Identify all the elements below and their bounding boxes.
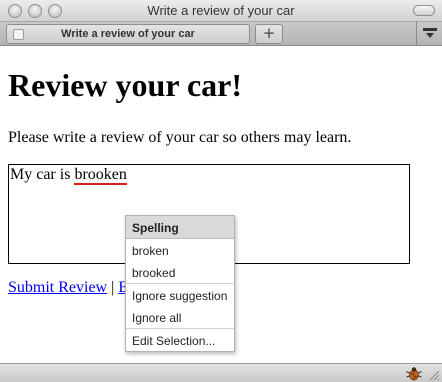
debugger-bug-icon[interactable] bbox=[406, 366, 422, 381]
ignore-suggestion-item[interactable]: Ignore suggestion bbox=[126, 284, 234, 306]
form-links: Submit Review | E bbox=[8, 279, 128, 297]
page-content: Review your car! Please write a review o… bbox=[0, 47, 442, 363]
intro-text: Please write a review of your car so oth… bbox=[8, 129, 352, 146]
tab-menu-icon bbox=[423, 28, 437, 38]
submit-review-link[interactable]: Submit Review bbox=[8, 279, 107, 296]
new-tab-button[interactable]: + bbox=[255, 24, 283, 44]
review-text-before: My car is bbox=[10, 166, 75, 183]
title-bar: Write a review of your car bbox=[0, 0, 442, 22]
window-title: Write a review of your car bbox=[147, 3, 295, 18]
resize-grip-icon[interactable] bbox=[428, 369, 440, 381]
tab-label: Write a review of your car bbox=[61, 28, 195, 40]
page-heading: Review your car! bbox=[8, 67, 242, 103]
edit-selection-item[interactable]: Edit Selection... bbox=[126, 329, 234, 351]
ignore-all-item[interactable]: Ignore all bbox=[126, 306, 234, 328]
suggestion-broken[interactable]: broken bbox=[126, 239, 234, 261]
tab-menu-button[interactable] bbox=[416, 22, 442, 45]
spelling-menu-header: Spelling bbox=[126, 216, 234, 239]
link-separator: | bbox=[107, 279, 119, 296]
status-bar bbox=[0, 363, 442, 382]
suggestion-brooked[interactable]: brooked bbox=[126, 261, 234, 283]
tab-bar: Write a review of your car + bbox=[0, 22, 442, 46]
tab-review[interactable]: Write a review of your car bbox=[6, 24, 250, 44]
misspelled-word[interactable]: brooken bbox=[74, 166, 127, 185]
toolbar-toggle-button[interactable] bbox=[413, 5, 435, 16]
spelling-context-menu: Spelling broken brooked Ignore suggestio… bbox=[125, 215, 235, 352]
review-text: My car is brooken bbox=[10, 166, 127, 185]
